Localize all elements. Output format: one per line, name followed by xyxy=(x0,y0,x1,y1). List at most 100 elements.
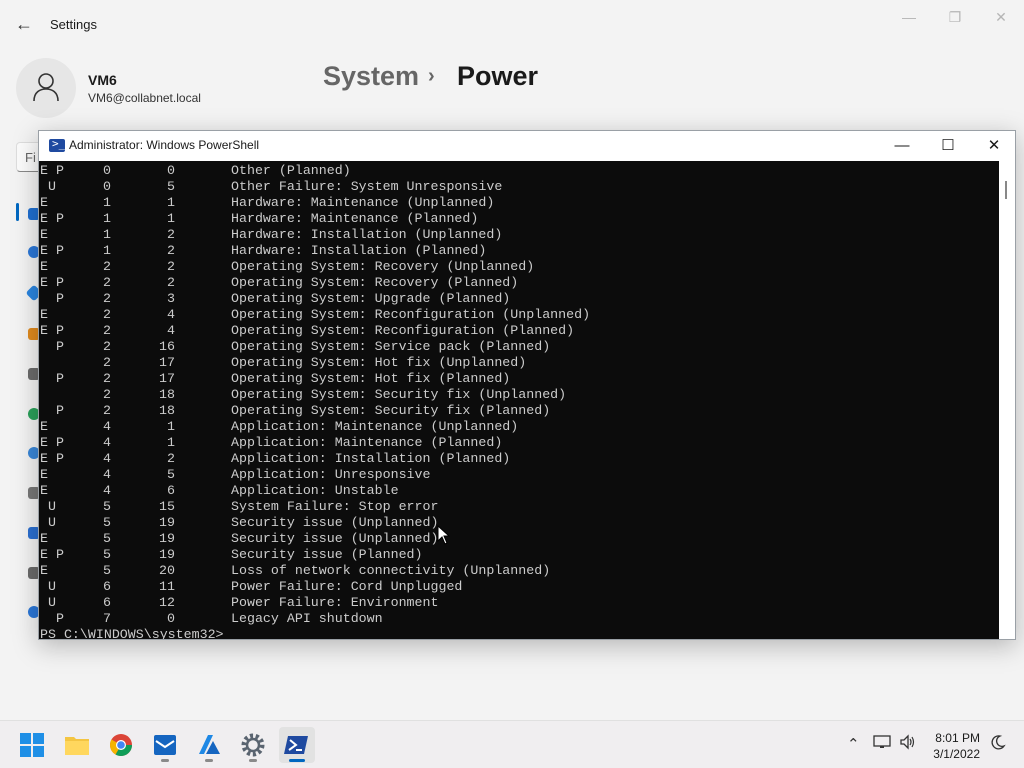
reason-description-cell: Other (Planned) xyxy=(231,163,351,178)
minor-code-cell: 1 xyxy=(167,419,175,434)
reason-description-cell: Hardware: Maintenance (Unplanned) xyxy=(231,195,495,210)
user-icon xyxy=(33,73,59,102)
flags-cell: E P xyxy=(40,451,64,466)
reason-description-cell: Application: Installation (Planned) xyxy=(231,451,511,466)
volume-icon[interactable] xyxy=(899,734,917,754)
azure-button[interactable] xyxy=(191,727,227,763)
console-row: E P 5 19 Security issue (Planned) xyxy=(39,547,999,563)
breadcrumb-system[interactable]: System xyxy=(323,58,419,94)
reason-description-cell: Operating System: Upgrade (Planned) xyxy=(231,291,511,306)
console-output[interactable]: E P 0 0 Other (Planned) U 0 5 Other Failure: S… xyxy=(39,161,999,639)
console-row: E P 1 1 Hardware: Maintenance (Planned) xyxy=(39,211,999,227)
major-code-cell: 0 xyxy=(103,179,111,194)
flags-cell: E xyxy=(40,467,48,482)
scrollbar-thumb[interactable] xyxy=(1005,181,1007,199)
settings-button[interactable] xyxy=(235,727,271,763)
flags-cell: U xyxy=(40,179,56,194)
mouse-pointer-icon xyxy=(437,525,451,545)
major-code-cell: 2 xyxy=(103,323,111,338)
minor-code-cell: 18 xyxy=(159,403,175,418)
settings-close-icon[interactable]: ✕ xyxy=(978,6,1024,28)
major-code-cell: 4 xyxy=(103,419,111,434)
console-row: E 5 20 Loss of network connectivity (Unplan… xyxy=(39,563,999,579)
show-hidden-icons-chevron-icon[interactable]: ⌃ xyxy=(847,735,860,753)
flags-cell: E xyxy=(40,483,48,498)
powershell-titlebar[interactable]: >_ Administrator: Windows PowerShell — ☐… xyxy=(39,131,1015,161)
major-code-cell: 2 xyxy=(103,371,111,386)
chrome-button[interactable] xyxy=(103,727,139,763)
minor-code-cell: 5 xyxy=(167,467,175,482)
reason-description-cell: Legacy API shutdown xyxy=(231,611,383,626)
console-row: E P 4 2 Application: Installation (Planned) xyxy=(39,451,999,467)
minor-code-cell: 12 xyxy=(159,595,175,610)
settings-app-title: Settings xyxy=(50,17,97,32)
powershell-maximize-icon[interactable]: ☐ xyxy=(925,131,971,161)
reason-description-cell: Operating System: Recovery (Planned) xyxy=(231,275,519,290)
major-code-cell: 0 xyxy=(103,163,111,178)
major-code-cell: 2 xyxy=(103,355,111,370)
network-tray-icon[interactable] xyxy=(873,734,891,754)
minor-code-cell: 1 xyxy=(167,195,175,210)
minor-code-cell: 16 xyxy=(159,339,175,354)
console-row: E 2 2 Operating System: Recovery (Unplanned… xyxy=(39,259,999,275)
flags-cell: E xyxy=(40,563,48,578)
minor-code-cell: 5 xyxy=(167,179,175,194)
powershell-button[interactable] xyxy=(279,727,315,763)
file-explorer-button[interactable] xyxy=(59,727,95,763)
major-code-cell: 5 xyxy=(103,531,111,546)
powershell-close-icon[interactable]: ✕ xyxy=(971,131,1017,161)
running-indicator xyxy=(249,759,257,762)
active-indicator xyxy=(289,759,305,762)
console-row: E 1 2 Hardware: Installation (Unplanned) xyxy=(39,227,999,243)
console-row: E 5 19 Security issue (Unplanned) xyxy=(39,531,999,547)
major-code-cell: 6 xyxy=(103,579,111,594)
console-row: E 2 4 Operating System: Reconfiguration (Un… xyxy=(39,307,999,323)
powershell-title: Administrator: Windows PowerShell xyxy=(69,138,260,152)
flags-cell: E P xyxy=(40,323,64,338)
console-row: P 2 17 Operating System: Hot fix (Planned) xyxy=(39,371,999,387)
flags-cell: E P xyxy=(40,243,64,258)
reason-description-cell: Operating System: Reconfiguration (Plann… xyxy=(231,323,575,338)
powershell-app-icon: >_ xyxy=(49,137,65,152)
console-row: U 6 11 Power Failure: Cord Unplugged xyxy=(39,579,999,595)
minor-code-cell: 19 xyxy=(159,531,175,546)
minor-code-cell: 2 xyxy=(167,451,175,466)
back-arrow-icon[interactable]: ← xyxy=(14,14,34,34)
mail-app-button[interactable] xyxy=(147,727,183,763)
avatar[interactable] xyxy=(16,58,76,118)
clock-time: 8:01 PM xyxy=(935,731,980,745)
minor-code-cell: 3 xyxy=(167,291,175,306)
clock-date: 3/1/2022 xyxy=(933,747,980,761)
settings-minimize-icon[interactable]: — xyxy=(886,6,932,28)
major-code-cell: 5 xyxy=(103,547,111,562)
major-code-cell: 4 xyxy=(103,451,111,466)
search-input[interactable]: Fi xyxy=(16,142,40,172)
start-button[interactable] xyxy=(14,727,50,763)
console-row: 2 17 Operating System: Hot fix (Unplanned) xyxy=(39,355,999,371)
settings-restore-icon[interactable]: ❐ xyxy=(932,6,978,28)
running-indicator xyxy=(205,759,213,762)
powershell-minimize-icon[interactable]: — xyxy=(879,131,925,161)
minor-code-cell: 17 xyxy=(159,355,175,370)
console-row: U 6 12 Power Failure: Environment xyxy=(39,595,999,611)
clock[interactable]: 8:01 PM 3/1/2022 xyxy=(933,730,980,762)
flags-cell: U xyxy=(40,499,56,514)
console-row: P 7 0 Legacy API shutdown xyxy=(39,611,999,627)
major-code-cell: 4 xyxy=(103,467,111,482)
focus-assist-moon-icon[interactable] xyxy=(990,734,1006,754)
minor-code-cell: 6 xyxy=(167,483,175,498)
reason-description-cell: Operating System: Security fix (Planned) xyxy=(231,403,551,418)
reason-description-cell: Other Failure: System Unresponsive xyxy=(231,179,503,194)
major-code-cell: 2 xyxy=(103,259,111,274)
minor-code-cell: 1 xyxy=(167,211,175,226)
major-code-cell: 2 xyxy=(103,403,111,418)
powershell-window[interactable]: >_ Administrator: Windows PowerShell — ☐… xyxy=(38,130,1016,640)
console-scrollbar[interactable] xyxy=(999,161,1015,639)
flags-cell: E P xyxy=(40,435,64,450)
chrome-icon xyxy=(110,734,132,756)
console-prompt[interactable]: PS C:\WINDOWS\system32> xyxy=(40,627,224,639)
minor-code-cell: 0 xyxy=(167,611,175,626)
minor-code-cell: 18 xyxy=(159,387,175,402)
console-row: E P 0 0 Other (Planned) xyxy=(39,163,999,179)
reason-description-cell: Power Failure: Cord Unplugged xyxy=(231,579,463,594)
